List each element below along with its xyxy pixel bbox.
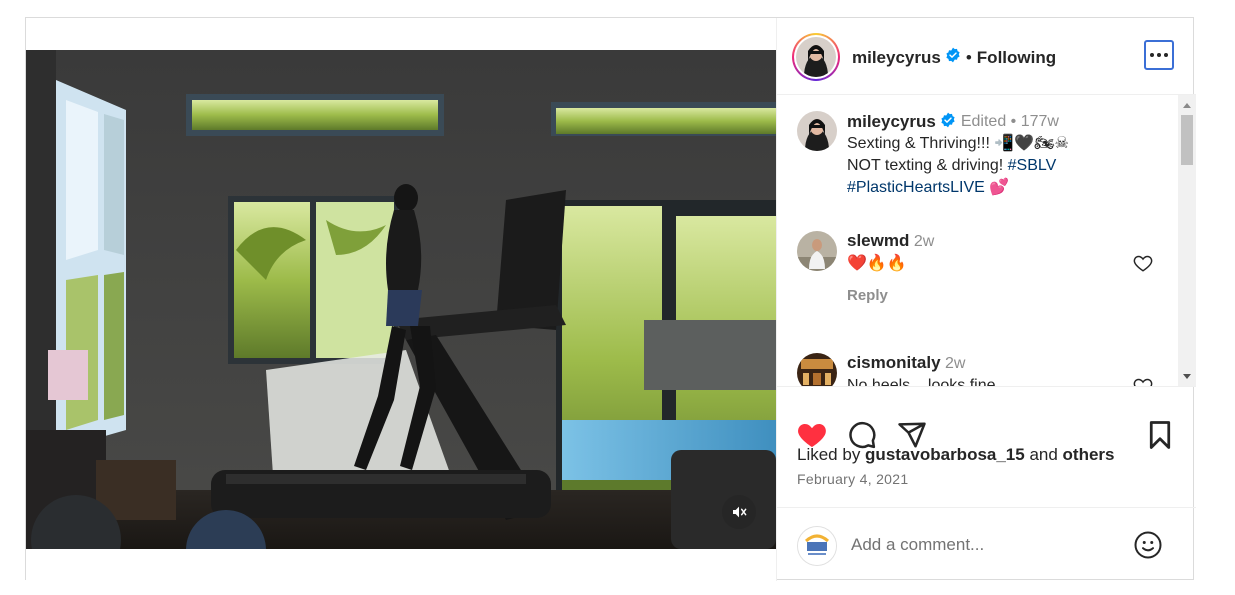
comment-age: 2w (913, 233, 935, 250)
more-options-button[interactable] (1144, 40, 1174, 70)
post-card: mileycyrus • Following mileycyrus Edited… (25, 17, 1196, 581)
comment-text: ❤️🔥🔥 (847, 255, 907, 272)
caption-line-1: Sexting & Thriving!!! 📲🖤🏍☠ (847, 135, 1069, 152)
caption-line-2-text: NOT texting & driving! (847, 157, 1008, 174)
current-user-avatar[interactable] (797, 526, 837, 566)
post-video[interactable] (26, 50, 776, 549)
bookmark-icon[interactable] (1147, 420, 1173, 450)
caption-meta: Edited • 177w (960, 113, 1059, 130)
comments-scrollbar[interactable] (1178, 95, 1196, 386)
more-options-icon-dot (1157, 53, 1161, 57)
caption-line-3: #PlasticHeartsLIVE 💕 (847, 177, 1167, 199)
comment-like-icon[interactable] (1133, 254, 1153, 272)
liked-by-others[interactable]: others (1063, 445, 1115, 464)
comment-username[interactable]: cismonitaly (847, 353, 941, 372)
hashtag-link[interactable]: #SBLV (1008, 157, 1057, 174)
mute-icon (733, 506, 747, 518)
more-options-icon (1150, 53, 1154, 57)
caption-username[interactable]: mileycyrus (847, 112, 936, 132)
liked-by-middle: and (1024, 445, 1063, 464)
author-avatar[interactable] (792, 33, 840, 81)
add-comment-bar (777, 507, 1196, 581)
caption-avatar[interactable] (797, 111, 837, 151)
hashtag-link[interactable]: #PlasticHeartsLIVE (847, 179, 985, 196)
caption-line-2: NOT texting & driving! #SBLV (847, 155, 1167, 177)
comment-username[interactable]: slewmd (847, 231, 909, 250)
post-actions: Liked by gustavobarbosa_15 and others Fe… (777, 387, 1196, 507)
comment-age: 2w (945, 355, 966, 372)
mute-button[interactable] (722, 495, 756, 529)
comment: cismonitaly 2w No heels....looks fine. (847, 353, 1117, 387)
author-avatar-image (796, 37, 836, 77)
post-header: mileycyrus • Following (777, 18, 1196, 95)
scroll-up-arrow[interactable] (1183, 103, 1191, 108)
emoji-icon[interactable] (1133, 530, 1163, 560)
liked-by-text: Liked by gustavobarbosa_15 and others (797, 445, 1115, 465)
post-side-panel: mileycyrus • Following mileycyrus Edited… (776, 18, 1196, 581)
reply-button[interactable]: Reply (847, 287, 1117, 304)
add-comment-input[interactable] (851, 532, 1121, 558)
post-media (26, 18, 776, 581)
post-date[interactable]: February 4, 2021 (797, 471, 908, 487)
header-dot: • (965, 47, 972, 67)
verified-icon (945, 47, 961, 68)
following-button[interactable]: Following (977, 48, 1056, 68)
comment-avatar[interactable] (797, 231, 837, 271)
comments-list[interactable]: mileycyrus Edited • 177w Sexting & Thriv… (777, 95, 1196, 387)
caption: mileycyrus Edited • 177w Sexting & Thriv… (847, 111, 1167, 199)
video-frame (26, 50, 776, 549)
comment-avatar[interactable] (797, 353, 837, 386)
header-user: mileycyrus • Following (852, 47, 1056, 68)
liked-by-user[interactable]: gustavobarbosa_15 (865, 445, 1025, 464)
comment: slewmd 2w ❤️🔥🔥 Reply (847, 231, 1117, 304)
comment-text: No heels....looks fine. (847, 377, 1000, 387)
scroll-down-arrow[interactable] (1183, 374, 1191, 379)
header-username[interactable]: mileycyrus (852, 48, 941, 68)
scroll-thumb[interactable] (1181, 115, 1193, 165)
liked-by-prefix: Liked by (797, 445, 866, 464)
comment-like-icon[interactable] (1133, 377, 1153, 387)
more-options-icon-dot (1164, 53, 1168, 57)
caption-line-3-emoji: 💕 (984, 179, 1010, 196)
verified-icon (940, 112, 956, 133)
